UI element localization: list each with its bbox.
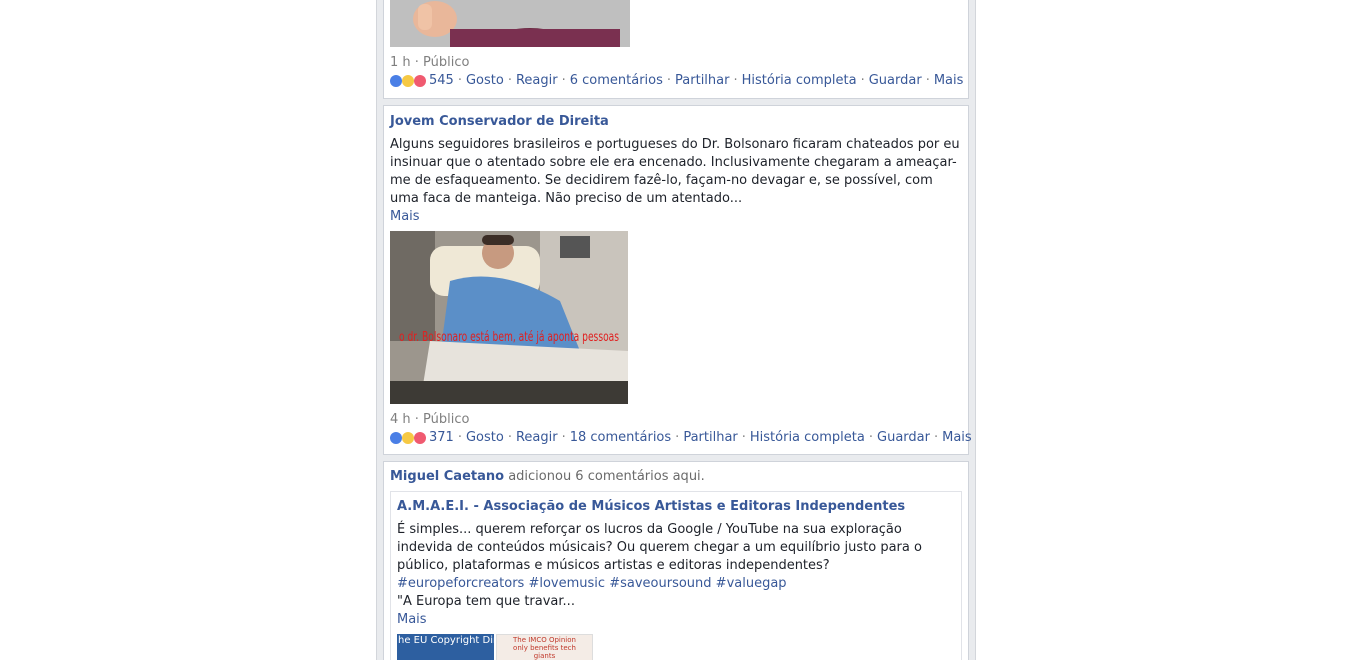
thumbnail-2[interactable]: The IMCO Opinion only benefits tech gian… [496,634,593,660]
post-timestamp: 1 h · Público [390,55,470,70]
comments-link[interactable]: 6 comentários [570,72,663,90]
shared-quote: "A Europa tem que travar... [397,594,575,609]
more-link[interactable]: Mais [934,72,964,90]
love-reaction-icon [414,75,426,87]
more-link[interactable]: Mais [942,429,972,447]
post-text: Alguns seguidores brasileiros e portugue… [390,137,960,206]
post-actions: 371 · Gosto · Reagir · 18 comentários · Part… [390,429,972,447]
like-reaction-icon [390,75,402,87]
thumbnail-1-text: he EU Copyright Directi [398,635,494,646]
thumbnail-1[interactable]: he EU Copyright Directi [397,634,494,660]
hashtag-lovemusic[interactable]: #lovemusic [528,576,605,591]
shared-thumbnails: he EU Copyright Directi The IMCO Opinion… [397,634,955,660]
post-actions: 545 · Gosto · Reagir · 6 comentários · Parti… [390,72,964,90]
haha-reaction-icon [402,432,414,444]
reactions-summary[interactable] [390,75,426,87]
thumbnail-2-text: The IMCO Opinion only benefits tech gian… [513,636,576,660]
like-reaction-icon [390,432,402,444]
post-author[interactable]: Jovem Conservador de Direita [390,113,962,131]
hashtag-saveoursound[interactable]: #saveoursound [609,576,711,591]
reaction-count[interactable]: 545 [429,72,454,90]
activity-actor[interactable]: Miguel Caetano [390,469,504,484]
reaction-count[interactable]: 371 [429,429,454,447]
hashtag-valuegap[interactable]: #valuegap [716,576,787,591]
shared-post: A.M.A.E.I. - Associação de Músicos Artis… [390,491,962,660]
shared-page-name[interactable]: A.M.A.E.I. - Associação de Músicos Artis… [397,498,955,516]
post-card-1: 1 h · Público 545 · Gosto · Reagir · 6 come… [383,0,969,99]
post-card-2: Jovem Conservador de Direita Alguns segu… [383,105,972,455]
like-link[interactable]: Gosto [466,72,504,90]
post-photo[interactable] [390,0,630,47]
post-card-3: Miguel Caetano adicionou 6 comentários a… [383,461,969,660]
like-link[interactable]: Gosto [466,429,504,447]
post-timestamp: 4 h · Público [390,412,470,427]
love-reaction-icon [414,432,426,444]
shared-post-text: É simples... querem reforçar os lucros d… [397,521,947,593]
hospital-photo: o dr. Bolsonaro está bem, até já aponta … [390,231,628,404]
share-link[interactable]: Partilhar [683,429,737,447]
hashtag-europeforcreators[interactable]: #europeforcreators [397,576,524,591]
activity-line: Miguel Caetano adicionou 6 comentários a… [390,468,962,486]
react-link[interactable]: Reagir [516,429,558,447]
react-link[interactable]: Reagir [516,72,558,90]
shared-text-body: É simples... querem reforçar os lucros d… [397,522,922,573]
post-photo[interactable]: o dr. Bolsonaro está bem, até já aponta … [390,231,628,404]
see-more-link[interactable]: Mais [390,208,962,226]
photo-content [390,0,630,47]
save-link[interactable]: Guardar [869,72,922,90]
full-story-link[interactable]: História completa [750,429,865,447]
see-more-link[interactable]: Mais [397,611,955,629]
save-link[interactable]: Guardar [877,429,930,447]
share-link[interactable]: Partilhar [675,72,729,90]
full-story-link[interactable]: História completa [742,72,857,90]
photo-caption: o dr. Bolsonaro está bem, até já aponta … [399,330,619,345]
comments-link[interactable]: 18 comentários [570,429,671,447]
news-feed: 1 h · Público 545 · Gosto · Reagir · 6 come… [376,0,976,660]
activity-description: adicionou 6 comentários aqui. [508,469,705,484]
haha-reaction-icon [402,75,414,87]
reactions-summary[interactable] [390,432,426,444]
